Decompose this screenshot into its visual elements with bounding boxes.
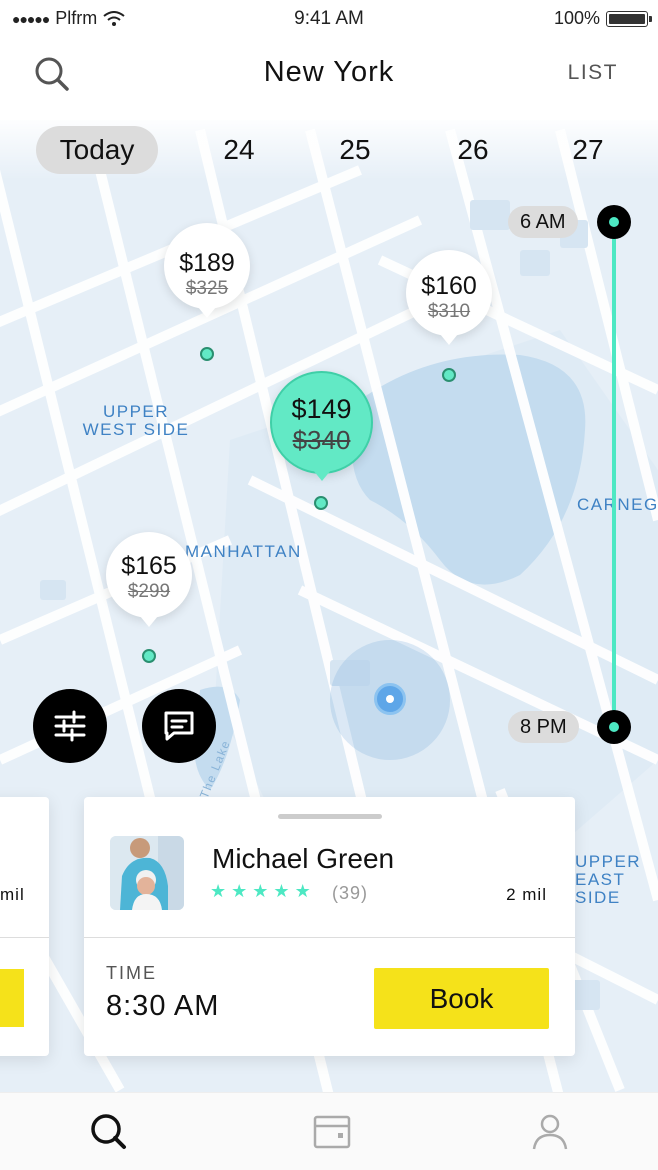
date-26[interactable]: 26 xyxy=(448,126,498,174)
card-distance: mil xyxy=(0,885,25,904)
star-icon: ★ xyxy=(273,881,290,901)
pin-price: $189 xyxy=(179,249,235,277)
pin-location-dot xyxy=(200,347,214,361)
date-25[interactable]: 25 xyxy=(330,126,380,174)
time-label: TIME xyxy=(106,963,157,983)
star-icon: ★ xyxy=(252,881,269,901)
filter-icon xyxy=(54,710,86,742)
chat-icon xyxy=(164,711,194,741)
review-count: (39) xyxy=(332,883,369,903)
page-title: New York xyxy=(263,56,395,88)
time-end-label: 8 PM xyxy=(508,711,579,743)
time-range-track[interactable] xyxy=(612,222,616,728)
tab-bar xyxy=(0,1092,658,1170)
date-27[interactable]: 27 xyxy=(563,126,613,174)
avatar xyxy=(110,836,184,910)
pin-old-price: $310 xyxy=(427,301,471,322)
pin-price: $160 xyxy=(421,272,477,300)
pin-location-dot xyxy=(142,649,156,663)
date-24[interactable]: 24 xyxy=(214,126,264,174)
avatar-photo xyxy=(110,836,184,910)
date-strip: Today 24 25 26 27 xyxy=(0,118,658,180)
time-value: 8:30 AM xyxy=(106,990,220,1022)
filter-button[interactable] xyxy=(33,689,107,763)
pin-old-price: $299 xyxy=(127,581,171,602)
battery-info: 100% xyxy=(553,8,652,29)
star-icon: ★ xyxy=(231,881,248,901)
pin-location-dot xyxy=(442,368,456,382)
pin-old-price: $325 xyxy=(185,278,229,299)
chat-button[interactable] xyxy=(142,689,216,763)
status-bar: ●●●●● Plfrm 9:41 AM 100% xyxy=(0,0,658,36)
card-divider xyxy=(0,937,49,938)
provider-card-previous[interactable]: mil xyxy=(0,797,49,1056)
price-pin[interactable]: $189 $325 xyxy=(164,223,250,318)
time-start-handle[interactable] xyxy=(597,205,631,239)
tab-bookings[interactable] xyxy=(312,1111,352,1151)
header: New York LIST xyxy=(0,36,658,120)
rating-stars: ★ ★ ★ ★ ★ xyxy=(210,881,311,902)
time-start-label: 6 AM xyxy=(508,206,578,238)
tab-search[interactable] xyxy=(88,1111,128,1151)
provider-card[interactable]: Michael Green ★ ★ ★ ★ ★ (39) 2 mil TIME … xyxy=(84,797,575,1056)
pin-location-dot xyxy=(314,496,328,510)
map-label-manhattan: MANHATTAN xyxy=(185,542,302,561)
date-today[interactable]: Today xyxy=(36,126,158,174)
list-view-button[interactable]: LIST xyxy=(568,61,618,85)
star-icon: ★ xyxy=(210,881,227,901)
map-label-upper-west-side: UPPER WEST SIDE xyxy=(82,402,190,439)
calendar-tab-icon xyxy=(313,1115,351,1149)
time-end-handle[interactable] xyxy=(597,710,631,744)
pin-price: $149 xyxy=(291,394,352,424)
tab-profile[interactable] xyxy=(530,1111,570,1151)
book-button[interactable] xyxy=(0,969,24,1027)
battery-icon xyxy=(606,10,652,27)
map-label-upper-east-side: UPPER EAST SIDE xyxy=(575,852,642,907)
price-pin[interactable]: $160 $310 xyxy=(406,250,492,345)
book-button[interactable]: Book xyxy=(374,968,549,1029)
pin-price: $165 xyxy=(121,552,177,580)
pin-old-price: $340 xyxy=(292,425,351,455)
map-label-carnegie: CARNEGI xyxy=(577,495,658,514)
price-pin-selected[interactable]: $149 $340 xyxy=(270,371,373,481)
card-distance: 2 mil xyxy=(506,885,547,904)
provider-name: Michael Green xyxy=(212,843,395,874)
profile-tab-icon xyxy=(532,1114,568,1150)
drag-handle[interactable] xyxy=(278,814,382,819)
search-tab-icon xyxy=(91,1114,126,1149)
card-divider xyxy=(84,937,575,938)
price-pin[interactable]: $165 $299 xyxy=(106,532,192,627)
star-icon: ★ xyxy=(294,881,311,901)
battery-percent: 100% xyxy=(553,8,600,28)
current-location-icon xyxy=(374,683,406,715)
